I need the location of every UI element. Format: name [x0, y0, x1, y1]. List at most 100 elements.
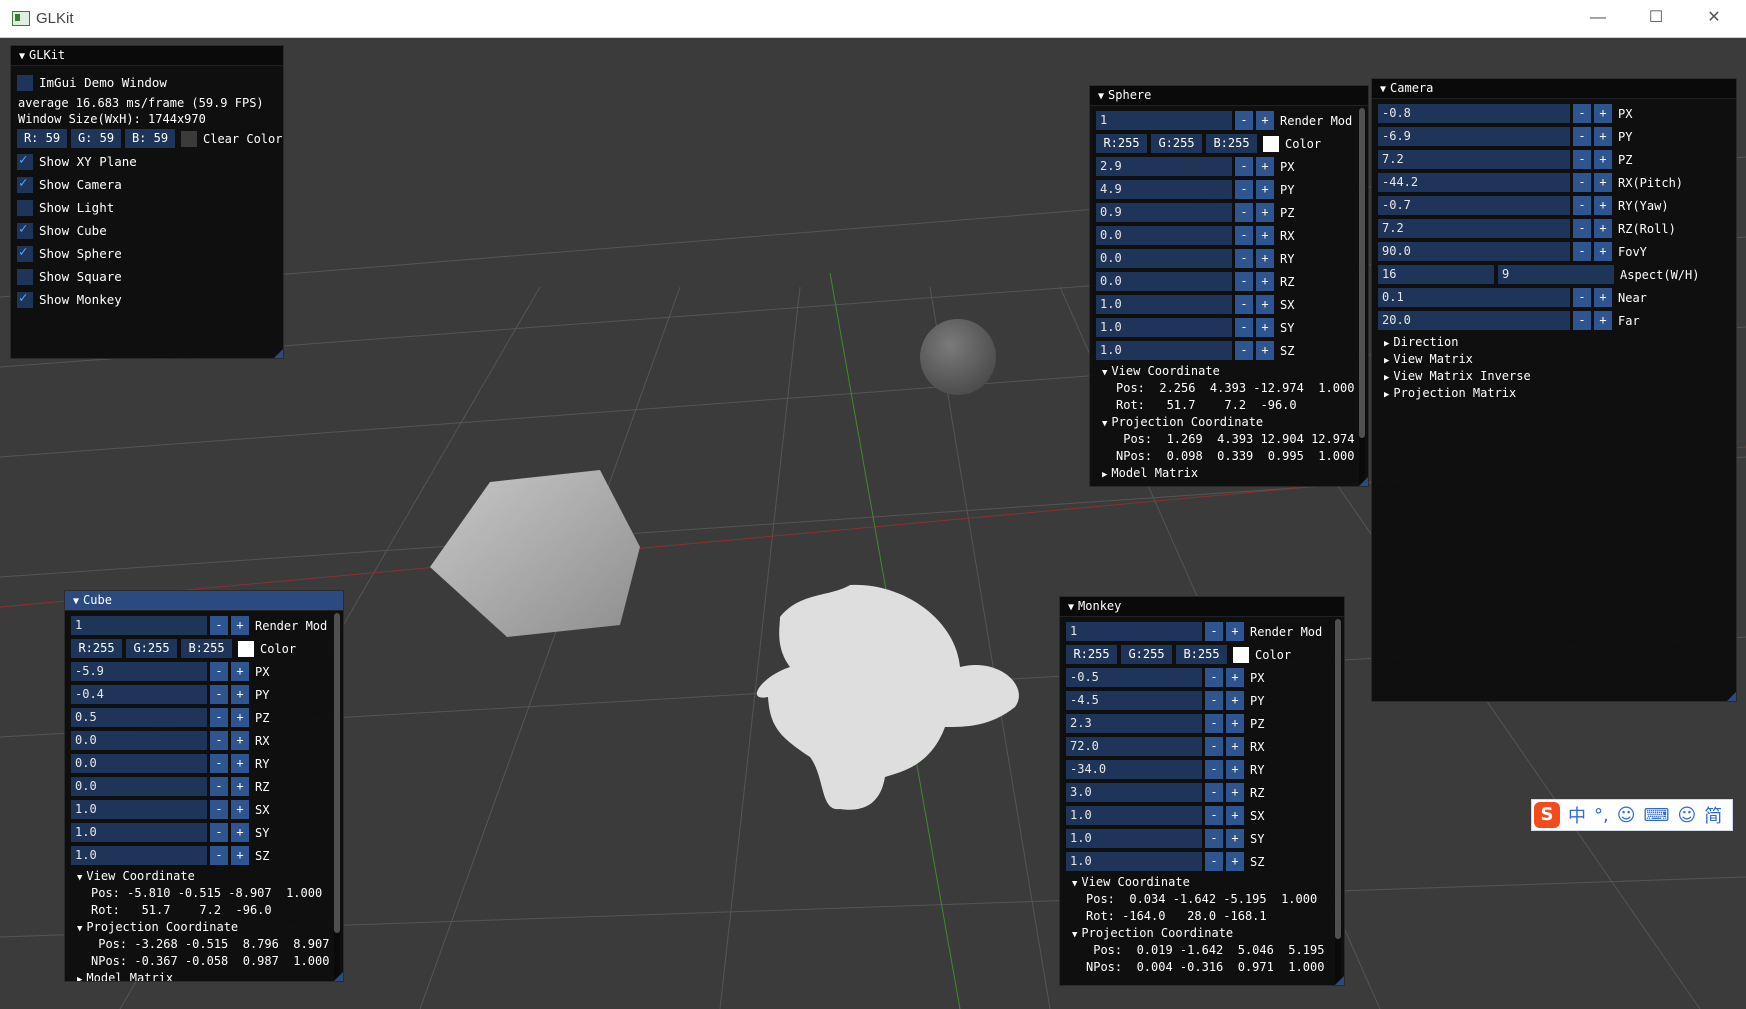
plus-button[interactable]: + — [1256, 180, 1274, 199]
minus-button[interactable]: - — [210, 823, 228, 842]
minus-button[interactable]: - — [1205, 691, 1223, 710]
resize-grip[interactable] — [1727, 692, 1736, 701]
param-input[interactable]: 1.0 — [1066, 829, 1202, 848]
cube-scrollbar[interactable] — [334, 613, 340, 979]
minus-button[interactable]: - — [1235, 226, 1253, 245]
color-r-field[interactable]: R:255 — [1066, 645, 1117, 664]
checkbox[interactable] — [17, 152, 33, 170]
checkbox[interactable] — [17, 221, 33, 239]
projection-coordinate-tree[interactable]: ▼ Projection Coordinate — [1102, 415, 1263, 429]
minus-button[interactable]: - — [1235, 249, 1253, 268]
minus-button[interactable]: - — [1235, 111, 1253, 130]
plus-button[interactable]: + — [1226, 760, 1244, 779]
plus-button[interactable]: + — [1226, 691, 1244, 710]
minus-button[interactable]: - — [1205, 760, 1223, 779]
ime-logo-icon[interactable]: S — [1534, 802, 1560, 828]
collapsed-triangle-icon[interactable]: ▶ — [77, 975, 82, 981]
plus-button[interactable]: + — [1256, 226, 1274, 245]
plus-button[interactable]: + — [231, 731, 249, 750]
glkit-window-header[interactable]: ▼ GLKit — [11, 46, 283, 66]
plus-button[interactable]: + — [1594, 242, 1612, 261]
plus-button[interactable]: + — [1226, 806, 1244, 825]
camera-window[interactable]: ▼ Camera -0.8- + PX -6.9- + PY 7.2- + PZ -44.2- + RX… — [1371, 78, 1737, 702]
color-b-field[interactable]: B:255 — [1176, 645, 1227, 664]
plus-button[interactable]: + — [1594, 196, 1612, 215]
color-r-field[interactable]: R:255 — [1096, 134, 1147, 153]
minus-button[interactable]: - — [1205, 714, 1223, 733]
aspect-h-input[interactable]: 9 — [1498, 265, 1614, 284]
ime-punctuation-icon[interactable]: °, — [1594, 805, 1609, 826]
plus-button[interactable]: + — [1594, 311, 1612, 330]
plus-button[interactable]: + — [1594, 173, 1612, 192]
param-input[interactable]: -0.5 — [1066, 668, 1202, 687]
checkbox[interactable] — [17, 175, 33, 193]
param-input[interactable]: 0.0 — [71, 731, 207, 750]
color-g-field[interactable]: G:255 — [126, 639, 177, 658]
param-input[interactable]: -6.9 — [1378, 127, 1570, 146]
expand-triangle-icon[interactable]: ▼ — [1102, 368, 1107, 378]
resize-grip[interactable] — [274, 349, 283, 358]
plus-button[interactable]: + — [1226, 852, 1244, 871]
toggle-sphere[interactable]: Show Sphere — [17, 243, 122, 264]
checkbox[interactable] — [17, 244, 33, 262]
color-g-field[interactable]: G:255 — [1121, 645, 1172, 664]
collapsed-triangle-icon[interactable]: ▶ — [1102, 470, 1107, 480]
plus-button[interactable]: + — [1226, 829, 1244, 848]
toggle-light[interactable]: Show Light — [17, 197, 114, 218]
minus-button[interactable]: - — [1573, 196, 1591, 215]
collapsed-triangle-icon[interactable]: ▶ — [1384, 390, 1389, 400]
plus-button[interactable]: + — [231, 754, 249, 773]
ime-user-icon[interactable]: ☺ — [1677, 805, 1696, 826]
minus-button[interactable]: - — [1205, 737, 1223, 756]
aspect-w-input[interactable]: 16 — [1378, 265, 1494, 284]
param-input[interactable]: 2.9 — [1096, 157, 1232, 176]
param-input[interactable]: -0.4 — [71, 685, 207, 704]
clear-g-field[interactable]: G: 59 — [71, 129, 121, 148]
expand-triangle-icon[interactable]: ▼ — [1102, 419, 1107, 429]
scrollbar-thumb[interactable] — [334, 613, 340, 933]
expand-triangle-icon[interactable]: ▼ — [1072, 879, 1077, 889]
monkey-window-header[interactable]: ▼ Monkey — [1060, 597, 1344, 617]
minus-button[interactable]: - — [210, 685, 228, 704]
minus-button[interactable]: - — [1573, 311, 1591, 330]
collapse-triangle-icon[interactable]: ▼ — [73, 596, 79, 607]
param-input[interactable]: 1.0 — [1096, 318, 1232, 337]
close-button[interactable]: ✕ — [1694, 5, 1734, 31]
minus-button[interactable]: - — [1573, 288, 1591, 307]
minus-button[interactable]: - — [1235, 295, 1253, 314]
toggle-cube[interactable]: Show Cube — [17, 220, 107, 241]
view-matrix-tree[interactable]: ▶ View Matrix — [1384, 352, 1473, 366]
minus-button[interactable]: - — [1235, 272, 1253, 291]
param-input[interactable]: 1.0 — [71, 800, 207, 819]
param-input[interactable]: 1.0 — [1096, 295, 1232, 314]
minus-button[interactable]: - — [210, 777, 228, 796]
toggle-square[interactable]: Show Square — [17, 266, 122, 287]
projection-coordinate-tree[interactable]: ▼ Projection Coordinate — [77, 920, 238, 934]
param-input[interactable]: 1.0 — [1066, 806, 1202, 825]
plus-button[interactable]: + — [1226, 668, 1244, 687]
collapse-triangle-icon[interactable]: ▼ — [1068, 602, 1074, 613]
expand-triangle-icon[interactable]: ▼ — [77, 873, 82, 883]
plus-button[interactable]: + — [231, 685, 249, 704]
projection-matrix-tree[interactable]: ▶ Projection Matrix — [1384, 386, 1516, 400]
plus-button[interactable]: + — [1256, 249, 1274, 268]
resize-grip[interactable] — [1359, 477, 1368, 486]
param-input[interactable]: 0.9 — [1096, 203, 1232, 222]
resize-grip[interactable] — [334, 972, 343, 981]
maximize-button[interactable]: ☐ — [1636, 5, 1676, 31]
scrollbar-thumb[interactable] — [1335, 619, 1341, 939]
plus-button[interactable]: + — [1594, 219, 1612, 238]
minus-button[interactable]: - — [1235, 318, 1253, 337]
param-input[interactable]: 2.3 — [1066, 714, 1202, 733]
clear-b-field[interactable]: B: 59 — [125, 129, 175, 148]
view-coordinate-tree[interactable]: ▼ View Coordinate — [1072, 875, 1190, 889]
minus-button[interactable]: - — [1235, 203, 1253, 222]
color-g-field[interactable]: G:255 — [1151, 134, 1202, 153]
glkit-window[interactable]: ▼ GLKit ImGui Demo Window average 16.683 … — [10, 45, 284, 359]
demo-window-checkbox[interactable] — [17, 74, 33, 91]
direction-tree[interactable]: ▶ Direction — [1384, 335, 1458, 349]
minus-button[interactable]: - — [1205, 852, 1223, 871]
resize-grip[interactable] — [1335, 976, 1344, 985]
ime-toolbar[interactable]: S 中 °, ☺ ⌨ ☺ 简 — [1531, 799, 1733, 831]
cube-window[interactable]: ▼ Cube 1 - + Render Mod R:255 G:255 B:255… — [64, 590, 344, 982]
